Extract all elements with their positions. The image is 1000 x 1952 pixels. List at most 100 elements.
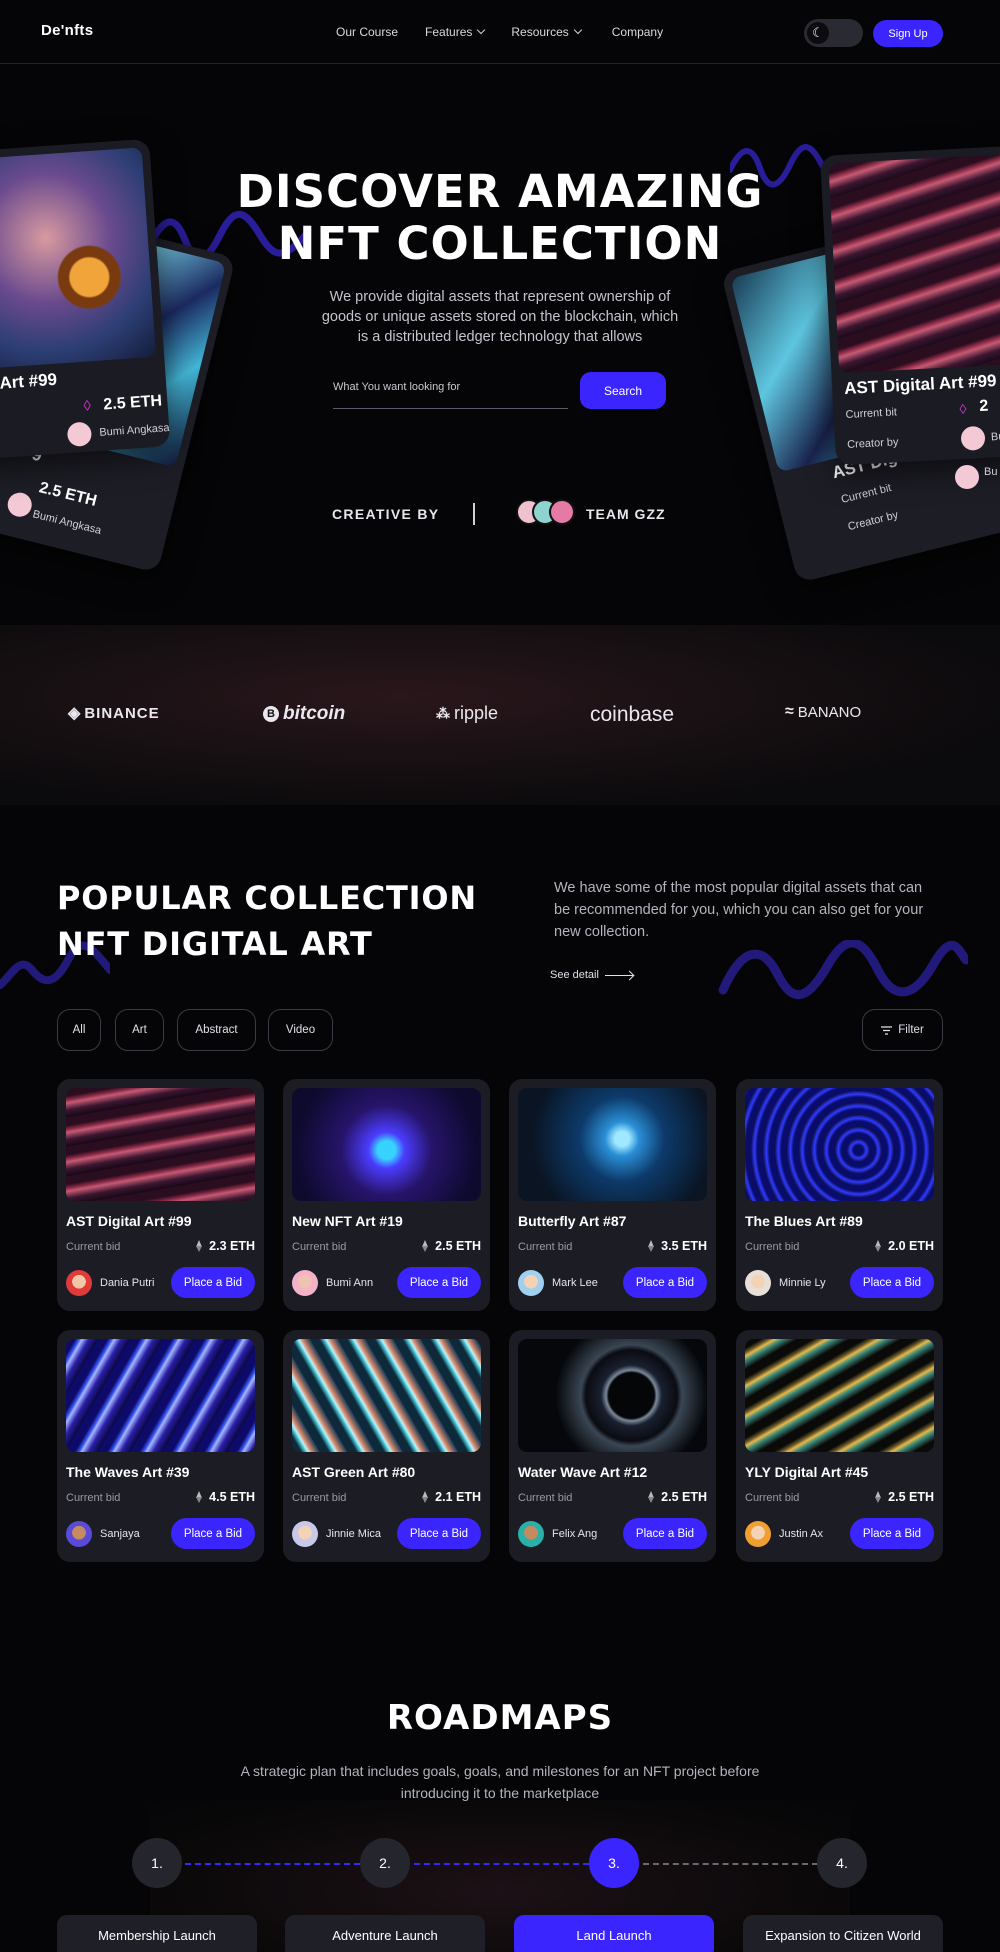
roadmap-title: ROADMAPS	[386, 1698, 614, 1738]
nft-card[interactable]: YLY Digital Art #45 Current bid 2.5 ETH …	[736, 1330, 943, 1562]
avatar	[518, 1270, 544, 1296]
nft-title: AST Green Art #80	[292, 1464, 416, 1480]
filter-chip-all[interactable]: All	[57, 1009, 101, 1051]
place-bid-button[interactable]: Place a Bid	[850, 1267, 934, 1298]
filter-button[interactable]: Filter	[862, 1009, 943, 1051]
popular-description: We have some of the most popular digital…	[554, 880, 924, 940]
roadmap-tab-adventure[interactable]: Adventure Launch	[285, 1915, 485, 1952]
nft-title: New NFT Art #19	[292, 1213, 403, 1229]
floating-card-creator: Creator by	[846, 509, 900, 534]
nft-title: The Waves Art #39	[66, 1464, 190, 1480]
price-value: 4.5 ETH	[209, 1490, 255, 1504]
current-bid-label: Current bid	[66, 1241, 121, 1253]
roadmap-connector	[414, 1863, 589, 1865]
popular-title-line1: POPULAR COLLECTION	[57, 879, 477, 917]
wave-decoration-right	[718, 940, 968, 1000]
place-bid-button[interactable]: Place a Bid	[171, 1518, 255, 1549]
nft-image	[66, 1339, 255, 1452]
nft-card[interactable]: AST Green Art #80 Current bid 2.1 ETH Ji…	[283, 1330, 490, 1562]
menu-item-our-course[interactable]: Our Course	[336, 25, 398, 39]
partner-binance[interactable]: ◈ BINANCE	[68, 703, 160, 723]
main-menu: Our Course Features Resources Company	[336, 25, 663, 39]
nft-card[interactable]: AST Digital Art #99 Current bid 2.3 ETH …	[57, 1079, 264, 1311]
search-button[interactable]: Search	[580, 372, 666, 409]
partner-ripple[interactable]: ⁂ ripple	[436, 703, 498, 724]
current-bid-label: Current bid	[745, 1241, 800, 1253]
filter-chip-video[interactable]: Video	[268, 1009, 333, 1051]
floating-card-current: Current bit	[839, 481, 893, 506]
nft-title: Butterfly Art #87	[518, 1213, 627, 1229]
floating-card-current: Current bit	[845, 406, 898, 421]
floating-card-owner: Bumi Angkasa	[31, 508, 103, 537]
roadmap-tab-membership[interactable]: Membership Launch	[57, 1915, 257, 1952]
theme-toggle[interactable]: ☾	[804, 19, 863, 47]
menu-label: Company	[611, 25, 664, 39]
current-bid-label: Current bid	[66, 1492, 121, 1504]
menu-item-resources[interactable]: Resources	[511, 25, 582, 39]
avatar	[66, 1270, 92, 1296]
creative-by-label: CREATIVE BY	[332, 506, 440, 522]
roadmap-tab-expansion[interactable]: Expansion to Citizen World	[743, 1915, 943, 1952]
floating-card-owner: Bu	[990, 430, 1000, 444]
avatar	[745, 1270, 771, 1296]
nft-price: 2.1 ETH	[422, 1490, 481, 1504]
eth-icon	[422, 1240, 429, 1252]
floating-card-title: AST Digital Art #99	[843, 371, 997, 399]
partner-banano[interactable]: ≈ BANANO	[785, 703, 861, 721]
roadmap-step-4[interactable]: 4.	[817, 1838, 867, 1888]
owner-name: Bumi Ann	[326, 1277, 374, 1289]
nft-card[interactable]: Water Wave Art #12 Current bid 2.5 ETH F…	[509, 1330, 716, 1562]
nft-title: Water Wave Art #12	[518, 1464, 648, 1480]
place-bid-button[interactable]: Place a Bid	[397, 1267, 481, 1298]
nft-card[interactable]: Butterfly Art #87 Current bid 3.5 ETH Ma…	[509, 1079, 716, 1311]
price-value: 2.5 ETH	[435, 1239, 481, 1253]
owner-name: Justin Ax	[779, 1528, 824, 1540]
avatar	[518, 1521, 544, 1547]
roadmap-description: A strategic plan that includes goals, go…	[230, 1760, 770, 1804]
hero-title: DISCOVER AMAZING NFT COLLECTION	[0, 166, 1000, 270]
nft-card[interactable]: The Waves Art #39 Current bid 4.5 ETH Sa…	[57, 1330, 264, 1562]
roadmap-step-2[interactable]: 2.	[360, 1838, 410, 1888]
filter-chip-art[interactable]: Art	[115, 1009, 164, 1051]
search-input[interactable]	[333, 373, 568, 393]
partner-label: BINANCE	[84, 704, 160, 722]
place-bid-button[interactable]: Place a Bid	[397, 1518, 481, 1549]
moon-icon: ☾	[807, 22, 829, 44]
eth-icon	[648, 1240, 655, 1252]
hero-desc-line1: We provide digital assets that represent…	[329, 289, 671, 305]
roadmap-tab-land[interactable]: Land Launch	[514, 1915, 714, 1952]
nft-image	[518, 1088, 707, 1201]
chevron-down-icon	[477, 25, 486, 35]
avatar	[745, 1521, 771, 1547]
owner-name: Sanjaya	[100, 1528, 140, 1540]
eth-icon	[875, 1240, 882, 1252]
menu-item-company[interactable]: Company	[612, 25, 663, 39]
avatar	[955, 465, 979, 489]
nft-card[interactable]: New NFT Art #19 Current bid 2.5 ETH Bumi…	[283, 1079, 490, 1311]
roadmap-step-3[interactable]: 3.	[589, 1838, 639, 1888]
nft-card[interactable]: The Blues Art #89 Current bid 2.0 ETH Mi…	[736, 1079, 943, 1311]
filter-chip-abstract[interactable]: Abstract	[177, 1009, 256, 1051]
nft-price: 2.5 ETH	[422, 1239, 481, 1253]
price-value: 2.5 ETH	[888, 1490, 934, 1504]
menu-label: Features	[425, 25, 473, 39]
roadmap-desc-line2: introducing it to the marketplace	[400, 1785, 600, 1801]
roadmap-step-1[interactable]: 1.	[132, 1838, 182, 1888]
ripple-icon: ⁂	[436, 705, 450, 721]
menu-item-features[interactable]: Features	[425, 25, 486, 39]
nft-image	[66, 1088, 255, 1201]
sign-up-button[interactable]: Sign Up	[873, 20, 943, 47]
nft-price: 2.5 ETH	[875, 1490, 934, 1504]
eth-icon	[196, 1240, 203, 1252]
partner-coinbase[interactable]: coinbase	[590, 703, 674, 727]
place-bid-button[interactable]: Place a Bid	[623, 1267, 707, 1298]
see-detail-link[interactable]: See detail	[550, 969, 633, 981]
partner-bitcoin[interactable]: Bbitcoin	[263, 703, 345, 725]
place-bid-button[interactable]: Place a Bid	[171, 1267, 255, 1298]
divider	[473, 503, 475, 525]
logo[interactable]: De'nfts	[41, 22, 93, 39]
place-bid-button[interactable]: Place a Bid	[850, 1518, 934, 1549]
avatar	[292, 1270, 318, 1296]
filter-icon	[881, 1025, 893, 1035]
place-bid-button[interactable]: Place a Bid	[623, 1518, 707, 1549]
